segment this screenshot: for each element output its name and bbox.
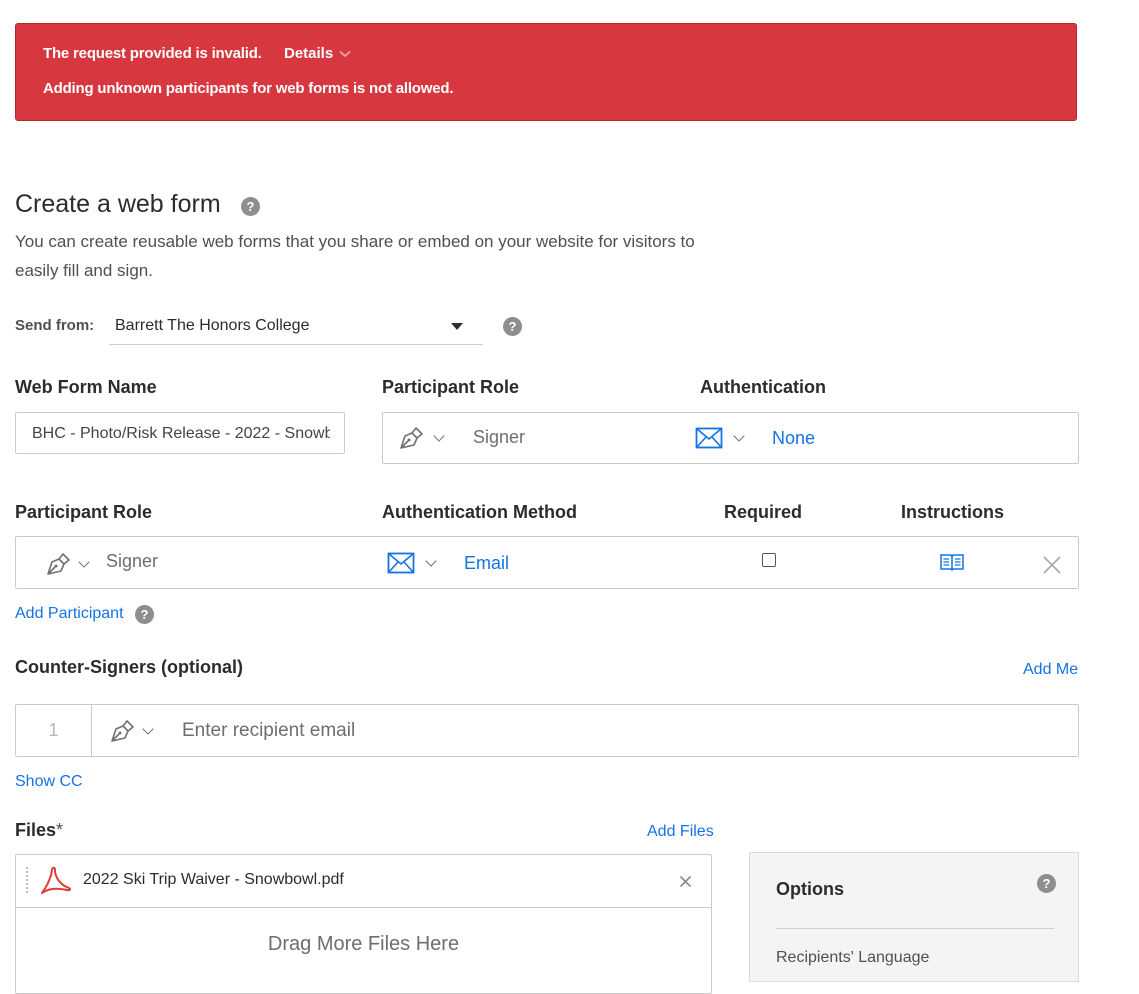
chevron-down-icon bbox=[425, 555, 437, 567]
options-divider bbox=[776, 928, 1054, 929]
authentication-label: Authentication bbox=[700, 377, 826, 397]
pen-signer-icon bbox=[47, 553, 70, 575]
help-icon[interactable]: ? bbox=[135, 605, 154, 624]
error-detail-text: Adding unknown participants for web form… bbox=[43, 80, 454, 97]
close-icon[interactable] bbox=[1042, 555, 1062, 575]
auth-selector[interactable] bbox=[695, 427, 745, 449]
counter-signer-row: 1 Enter recipient email bbox=[15, 704, 1079, 757]
participant-role-value: Signer bbox=[473, 427, 526, 447]
counter-signer-index: 1 bbox=[16, 705, 92, 756]
error-details-label: Details bbox=[284, 45, 334, 62]
error-banner: The request provided is invalid. Details… bbox=[15, 23, 1077, 121]
drag-handle[interactable] bbox=[26, 867, 30, 893]
chevron-down-icon bbox=[339, 50, 351, 57]
show-cc-link[interactable]: Show CC bbox=[15, 773, 83, 791]
participant-auth-selector[interactable] bbox=[387, 552, 437, 574]
participants-instructions-header: Instructions bbox=[901, 502, 1005, 522]
recipient-email-input[interactable]: Enter recipient email bbox=[182, 720, 355, 742]
page-description: You can create reusable web forms that y… bbox=[15, 232, 695, 280]
pen-signer-icon bbox=[111, 720, 134, 742]
options-title: Options bbox=[776, 879, 844, 899]
file-name: 2022 Ski Trip Waiver - Snowbowl.pdf bbox=[83, 871, 344, 888]
files-required-mark: * bbox=[56, 820, 64, 840]
participants-required-header: Required bbox=[724, 502, 803, 522]
participant-auth-value[interactable]: Email bbox=[464, 553, 509, 574]
help-icon[interactable]: ? bbox=[241, 197, 260, 216]
send-from-value: Barrett The Honors College bbox=[115, 317, 310, 334]
add-me-link[interactable]: Add Me bbox=[1023, 661, 1078, 679]
mail-icon bbox=[387, 552, 415, 574]
participant-row: Signer Email bbox=[15, 536, 1079, 589]
web-form-name-input[interactable]: BHC - Photo/Risk Release - 2022 - Snowbc bbox=[15, 412, 345, 454]
recipients-language-label: Recipients' Language bbox=[776, 949, 930, 966]
chevron-down-icon bbox=[433, 430, 445, 442]
error-details-toggle[interactable]: Details bbox=[284, 45, 351, 62]
participant-role-box: Signer None bbox=[382, 412, 1079, 464]
participant-role-value: Signer bbox=[106, 551, 159, 571]
pdf-icon bbox=[41, 866, 72, 894]
participants-role-header: Participant Role bbox=[15, 502, 153, 522]
add-participant-link[interactable]: Add Participant bbox=[15, 605, 124, 623]
chevron-down-icon bbox=[78, 556, 90, 568]
counter-signers-label: Counter-Signers (optional) bbox=[15, 657, 243, 677]
pen-signer-icon bbox=[400, 427, 423, 449]
help-icon[interactable]: ? bbox=[1037, 874, 1056, 893]
page-title: Create a web form bbox=[15, 190, 221, 218]
files-label-text: Files bbox=[15, 820, 57, 840]
help-icon[interactable]: ? bbox=[503, 317, 522, 336]
chevron-down-icon bbox=[733, 430, 745, 442]
send-from-label: Send from: bbox=[15, 317, 95, 334]
participant-role-selector[interactable] bbox=[44, 551, 90, 577]
web-form-name-label: Web Form Name bbox=[15, 377, 157, 397]
role-selector[interactable] bbox=[397, 425, 445, 451]
mail-icon bbox=[695, 427, 723, 449]
counter-signer-role-selector[interactable] bbox=[108, 718, 154, 744]
chevron-down-icon bbox=[142, 723, 154, 735]
files-label: Files* bbox=[15, 820, 63, 841]
file-item[interactable]: 2022 Ski Trip Waiver - Snowbowl.pdf bbox=[16, 855, 711, 908]
required-checkbox[interactable] bbox=[762, 553, 776, 567]
web-form-name-value: BHC - Photo/Risk Release - 2022 - Snowbc bbox=[32, 425, 330, 442]
participant-role-label: Participant Role bbox=[382, 377, 520, 397]
book-icon[interactable] bbox=[939, 552, 965, 572]
error-message: The request provided is invalid. bbox=[43, 45, 262, 62]
files-panel: 2022 Ski Trip Waiver - Snowbowl.pdf Drag… bbox=[15, 854, 712, 994]
options-panel: Options ? Recipients' Language bbox=[749, 852, 1079, 982]
drop-zone-text[interactable]: Drag More Files Here bbox=[16, 933, 711, 956]
add-files-link[interactable]: Add Files bbox=[647, 823, 714, 841]
send-from-select[interactable]: Barrett The Honors College bbox=[109, 311, 483, 345]
close-icon[interactable] bbox=[679, 875, 692, 888]
caret-down-icon bbox=[451, 323, 463, 330]
authentication-value[interactable]: None bbox=[772, 428, 815, 449]
participants-auth-header: Authentication Method bbox=[382, 502, 577, 522]
